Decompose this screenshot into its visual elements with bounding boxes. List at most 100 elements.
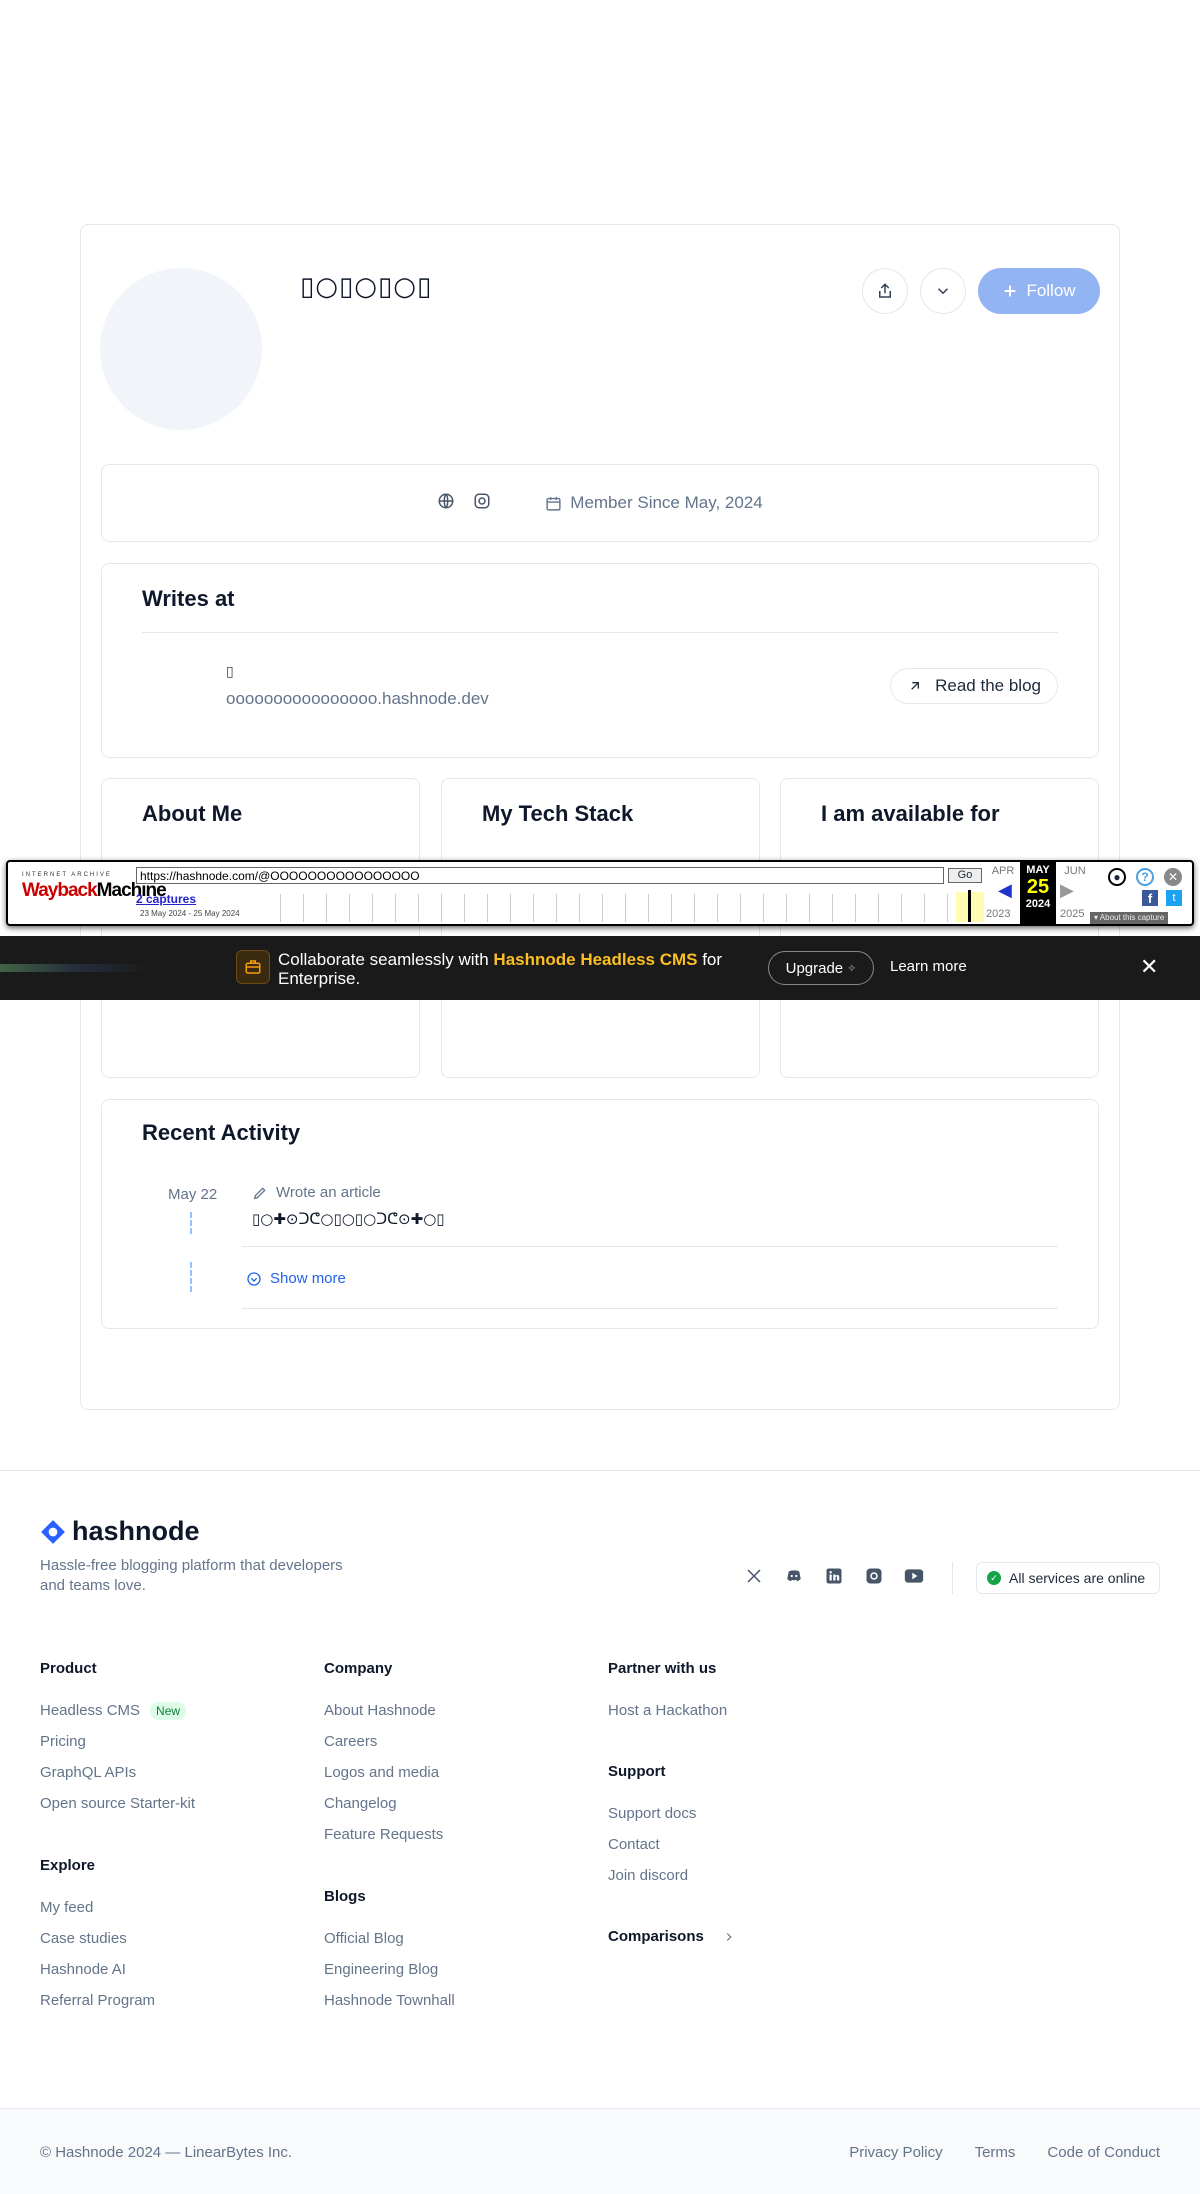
instagram-icon[interactable] xyxy=(864,1566,884,1586)
footer-link-hashnode-ai[interactable]: Hashnode AI xyxy=(40,1954,155,1985)
user-icon[interactable]: ● xyxy=(1108,868,1126,886)
wayback-current-day: 25 xyxy=(1026,876,1050,898)
x-icon[interactable] xyxy=(744,1566,764,1586)
tech-stack-title: My Tech Stack xyxy=(482,801,634,826)
follow-label: Follow xyxy=(1026,281,1076,300)
footer-link-support-docs[interactable]: Support docs xyxy=(608,1798,696,1829)
status-text: All services are online xyxy=(1009,1570,1146,1586)
linkedin-icon[interactable] xyxy=(824,1566,844,1586)
comparisons-toggle[interactable]: Comparisons xyxy=(608,1928,736,1945)
briefcase-icon xyxy=(236,950,270,984)
timeline-line xyxy=(190,1262,192,1292)
status-badge[interactable]: ✓ All services are online xyxy=(976,1562,1161,1594)
calendar-icon xyxy=(546,496,561,511)
youtube-icon[interactable] xyxy=(904,1566,924,1586)
footer-link-careers[interactable]: Careers xyxy=(324,1726,443,1757)
wayback-sparkline[interactable] xyxy=(258,894,978,922)
sparkle-icon: ✧ xyxy=(847,962,857,975)
pencil-icon xyxy=(253,1186,266,1199)
twitter-icon[interactable]: t xyxy=(1166,890,1182,906)
chevron-down-icon xyxy=(937,288,949,295)
wayback-next-year[interactable]: 2025 xyxy=(1060,908,1084,920)
wayback-go-button[interactable]: Go xyxy=(948,868,982,883)
wayback-captures-link[interactable]: 2 captures xyxy=(136,892,196,906)
wayback-prev-year[interactable]: 2023 xyxy=(986,908,1010,920)
avatar xyxy=(100,268,262,430)
profile-meta-bar: Member Since May, 2024 xyxy=(101,464,1099,542)
read-blog-button[interactable]: Read the blog xyxy=(890,668,1058,704)
hashnode-logo-icon xyxy=(41,1519,65,1544)
code-of-conduct-link[interactable]: Code of Conduct xyxy=(1047,2144,1160,2161)
close-banner-icon[interactable]: ✕ xyxy=(1140,954,1158,980)
footer-product-column: Product Headless CMS New Pricing GraphQL … xyxy=(40,1660,195,1819)
about-me-title: About Me xyxy=(142,801,243,826)
footer-link-case-studies[interactable]: Case studies xyxy=(40,1923,155,1954)
follow-button[interactable]: Follow xyxy=(978,268,1100,314)
recent-activity-title: Recent Activity xyxy=(142,1120,301,1145)
terms-link[interactable]: Terms xyxy=(975,2144,1016,2161)
wayback-prev-month[interactable]: APR xyxy=(986,865,1020,877)
hashnode-logo[interactable]: hashnode xyxy=(40,1516,200,1547)
footer-company-column: Company About Hashnode Careers Logos and… xyxy=(324,1660,443,1850)
check-icon: ✓ xyxy=(987,1571,1001,1585)
read-blog-label: Read the blog xyxy=(935,676,1041,695)
wayback-next-arrow-icon[interactable]: ▶ xyxy=(1060,880,1074,901)
plus-icon xyxy=(1005,285,1016,297)
activity-article-title[interactable]: ▯○✚⊙ᑐᕦ○▯○▯○ᑐᕦ⊙✚○▯ xyxy=(252,1210,445,1228)
brand-name: hashnode xyxy=(72,1516,200,1546)
blog-domain[interactable]: oooooooooooooooo.hashnode.dev xyxy=(226,689,489,709)
footer-support-column: Support Support docs Contact Join discor… xyxy=(608,1763,696,1891)
writes-at-title: Writes at xyxy=(142,586,235,611)
footer-link-discord[interactable]: Join discord xyxy=(608,1860,696,1891)
share-button[interactable] xyxy=(862,268,908,314)
divider xyxy=(952,1562,953,1594)
share-icon xyxy=(879,283,891,298)
footer-heading: Blogs xyxy=(324,1888,366,1905)
promo-banner: Collaborate seamlessly with Hashnode Hea… xyxy=(0,936,1200,1000)
footer-link-townhall[interactable]: Hashnode Townhall xyxy=(324,1985,455,2016)
footer-link-feature-requests[interactable]: Feature Requests xyxy=(324,1819,443,1850)
footer-link-changelog[interactable]: Changelog xyxy=(324,1788,443,1819)
help-icon[interactable]: ? xyxy=(1136,868,1154,886)
wayback-url-input[interactable]: https://hashnode.com/@OOOOOOOOOOOOOOOO xyxy=(136,867,944,884)
footer-link-hackathon[interactable]: Host a Hackathon xyxy=(608,1695,727,1726)
close-icon[interactable]: ✕ xyxy=(1164,868,1182,886)
learn-more-link[interactable]: Learn more xyxy=(890,958,967,975)
wayback-prev-arrow-icon[interactable]: ◀ xyxy=(998,880,1012,901)
footer-link-referral[interactable]: Referral Program xyxy=(40,1985,155,2016)
footer-link-my-feed[interactable]: My feed xyxy=(40,1892,155,1923)
footer-link-official-blog[interactable]: Official Blog xyxy=(324,1923,455,1954)
upgrade-button[interactable]: Upgrade ✧ xyxy=(768,951,874,985)
activity-date: May 22 xyxy=(168,1186,218,1203)
wayback-sparkline-marker xyxy=(968,890,971,922)
footer-link-engineering-blog[interactable]: Engineering Blog xyxy=(324,1954,455,1985)
facebook-icon[interactable]: f xyxy=(1142,890,1158,906)
wayback-next-month[interactable]: JUN xyxy=(1058,865,1092,877)
wayback-current-date: MAY 25 2024 xyxy=(1020,862,1056,924)
privacy-policy-link[interactable]: Privacy Policy xyxy=(849,2144,942,2161)
timeline-line xyxy=(190,1212,192,1234)
footer-link-headless-cms[interactable]: Headless CMS New xyxy=(40,1695,195,1726)
footer-link-graphql-apis[interactable]: GraphQL APIs xyxy=(40,1757,195,1788)
activity-type: Wrote an article xyxy=(252,1184,381,1201)
discord-icon[interactable] xyxy=(784,1566,804,1586)
footer-link-pricing[interactable]: Pricing xyxy=(40,1726,195,1757)
recent-activity-section: Recent Activity May 22 Wrote an article … xyxy=(101,1099,1099,1329)
divider xyxy=(142,632,1058,633)
instagram-icon[interactable] xyxy=(473,492,491,515)
footer-link-about[interactable]: About Hashnode xyxy=(324,1695,443,1726)
promo-text: Collaborate seamlessly with Hashnode Hea… xyxy=(278,950,723,988)
footer-explore-column: Explore My feed Case studies Hashnode AI… xyxy=(40,1857,155,2016)
more-options-button[interactable] xyxy=(920,268,966,314)
writes-at-section: Writes at ▯ oooooooooooooooo.hashnode.de… xyxy=(101,563,1099,758)
activity-type-label: Wrote an article xyxy=(276,1184,381,1201)
about-capture-link[interactable]: ▾ About this capture xyxy=(1090,912,1169,924)
footer-link-logos[interactable]: Logos and media xyxy=(324,1757,443,1788)
website-icon[interactable] xyxy=(437,492,455,515)
decorative-streak xyxy=(0,964,150,972)
footer-link-starter-kit[interactable]: Open source Starter-kit xyxy=(40,1788,195,1819)
show-more-button[interactable]: Show more xyxy=(246,1270,346,1287)
blog-name[interactable]: ▯ xyxy=(226,664,234,680)
member-since-text: Member Since May, 2024 xyxy=(570,493,763,512)
footer-link-contact[interactable]: Contact xyxy=(608,1829,696,1860)
